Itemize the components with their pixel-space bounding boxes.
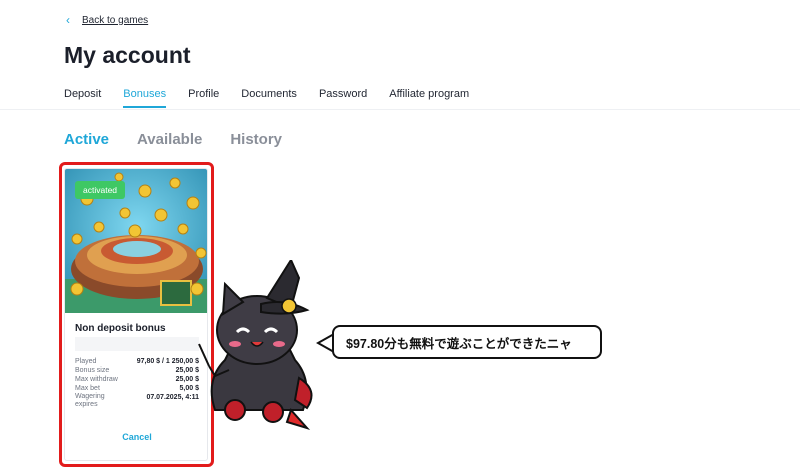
bonus-name: Non deposit bonus (75, 323, 166, 334)
subtab-active[interactable]: Active (64, 131, 109, 148)
detail-row: Played 97,80 $ / 1 250,00 $ (75, 357, 199, 366)
subtab-available[interactable]: Available (137, 131, 202, 148)
subtab-history[interactable]: History (230, 131, 282, 148)
detail-key: Max withdraw (75, 376, 118, 383)
chevron-left-icon: ‹ (66, 13, 70, 27)
tabs-divider (0, 109, 800, 110)
detail-row: Wagering expires 07.07.2025, 4:11 (75, 393, 199, 409)
tab-deposit[interactable]: Deposit (64, 88, 101, 108)
tab-affiliate-program[interactable]: Affiliate program (389, 88, 469, 108)
cancel-bonus-button[interactable]: Cancel (65, 432, 207, 442)
speech-bubble: $97.80分も無料で遊ぶことができたニャ (332, 325, 602, 359)
detail-key: Played (75, 358, 97, 365)
bonus-subtabs: Active Available History (64, 131, 310, 148)
back-to-games-link[interactable]: ‹ Back to games (66, 14, 148, 26)
activated-badge: activated (75, 181, 126, 199)
detail-value: 07.07.2025, 4:11 (146, 394, 199, 401)
bonus-details: Played 97,80 $ / 1 250,00 $ Bonus size 2… (75, 357, 199, 409)
detail-key: Wagering expires (75, 393, 105, 408)
tab-password[interactable]: Password (319, 88, 367, 108)
bonus-card: activated Non deposit bonus Played 97,80… (64, 168, 208, 461)
bonus-progress-area (75, 337, 199, 351)
detail-key: Bonus size (75, 367, 110, 374)
detail-value: 97,80 $ / 1 250,00 $ (136, 358, 199, 365)
tab-profile[interactable]: Profile (188, 88, 219, 108)
detail-row: Max withdraw 25,00 $ (75, 375, 199, 384)
bonus-image: activated (65, 169, 207, 313)
detail-row: Bonus size 25,00 $ (75, 366, 199, 375)
account-tabs: Deposit Bonuses Profile Documents Passwo… (64, 88, 491, 108)
back-label[interactable]: Back to games (82, 15, 148, 26)
detail-key: Max bet (75, 385, 100, 392)
detail-row: Max bet 5,00 $ (75, 384, 199, 393)
mascot-cat-witch-icon (198, 260, 313, 430)
tab-bonuses[interactable]: Bonuses (123, 88, 166, 108)
tab-documents[interactable]: Documents (241, 88, 297, 108)
page-title: My account (64, 42, 191, 68)
